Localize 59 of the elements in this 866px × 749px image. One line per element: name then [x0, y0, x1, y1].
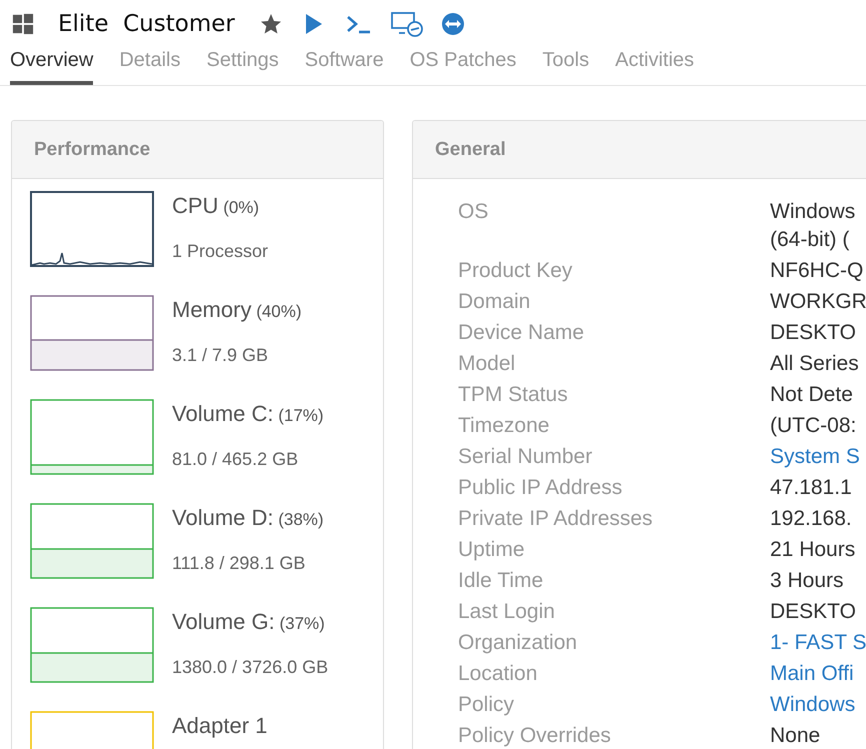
field-label: Policy: [458, 692, 516, 718]
metric-detail: 111.8 / 298.1 GB: [172, 553, 306, 574]
tab[interactable]: Details: [119, 40, 180, 85]
field-value: 3 Hours: [770, 568, 845, 594]
field-label: Timezone: [458, 413, 550, 439]
field-value: All Series: [770, 351, 860, 377]
arrows-circle-icon[interactable]: [440, 12, 465, 36]
field-label: Serial Number: [458, 444, 594, 470]
field-label: OS: [458, 199, 490, 225]
metric-name: Volume G: (37%): [172, 609, 326, 635]
field-value: WORKGR: [770, 289, 866, 315]
panel-title: General: [435, 138, 506, 160]
field-label: TPM Status: [458, 382, 569, 408]
metric-detail: 1380.0 / 3726.0 GB: [172, 657, 328, 678]
metric-detail: 81.0 / 465.2 GB: [172, 449, 300, 470]
metric-name: CPU (0%): [172, 193, 260, 219]
metric-name: Memory (40%): [172, 297, 302, 323]
device-title: Elite Customer: [58, 11, 235, 37]
field-value: 21 Hours: [770, 537, 856, 563]
field-link[interactable]: Main Offi: [770, 660, 866, 688]
metric-name: Volume C: (17%): [172, 401, 324, 427]
field-link[interactable]: Windows: [770, 691, 866, 719]
field-value: 47.181.1: [770, 475, 853, 501]
tab[interactable]: OS Patches: [410, 40, 516, 85]
metric-name: Adapter 1: [172, 713, 268, 739]
field-value: Not Dete: [770, 382, 854, 408]
remote-desktop-icon[interactable]: [390, 11, 423, 37]
field-label: Location: [458, 661, 538, 687]
field-label: Last Login: [458, 599, 556, 625]
field-label: Policy Overrides: [458, 723, 612, 749]
field-label: Model: [458, 351, 516, 377]
tab[interactable]: Settings: [206, 40, 279, 85]
field-value: NF6HC-Q: [770, 258, 864, 284]
field-value: Windows (64-bit) (: [770, 199, 856, 253]
tab[interactable]: Tools: [542, 40, 590, 85]
field-value: None: [770, 723, 822, 749]
metric-detail: 1 Processor: [172, 241, 268, 262]
field-label: Product Key: [458, 258, 574, 284]
field-label: Domain: [458, 289, 532, 315]
field-label: Idle Time: [458, 568, 544, 594]
field-label: Private IP Addresses: [458, 506, 654, 532]
field-value: DESKTO: [770, 599, 857, 625]
metric-detail: 3.1 / 7.9 GB: [172, 345, 270, 366]
field-value: DESKTO: [770, 320, 857, 346]
star-icon[interactable]: [258, 12, 283, 36]
field-link[interactable]: System S: [770, 443, 866, 471]
field-value: 192.168.: [770, 506, 853, 532]
tab[interactable]: Overview: [10, 40, 94, 85]
metric-name: Volume D: (38%): [172, 505, 324, 531]
field-value: (UTC-08:: [770, 413, 858, 439]
field-label: Uptime: [458, 537, 526, 563]
panel-title: Performance: [34, 138, 150, 160]
field-label: Organization: [458, 630, 578, 656]
tab[interactable]: Software: [304, 40, 384, 85]
field-link[interactable]: 1- FAST S: [770, 629, 866, 657]
field-label: Device Name: [458, 320, 586, 346]
windows-logo-icon[interactable]: [12, 13, 34, 35]
field-label: Public IP Address: [458, 475, 624, 501]
tab[interactable]: Activities: [615, 40, 694, 85]
